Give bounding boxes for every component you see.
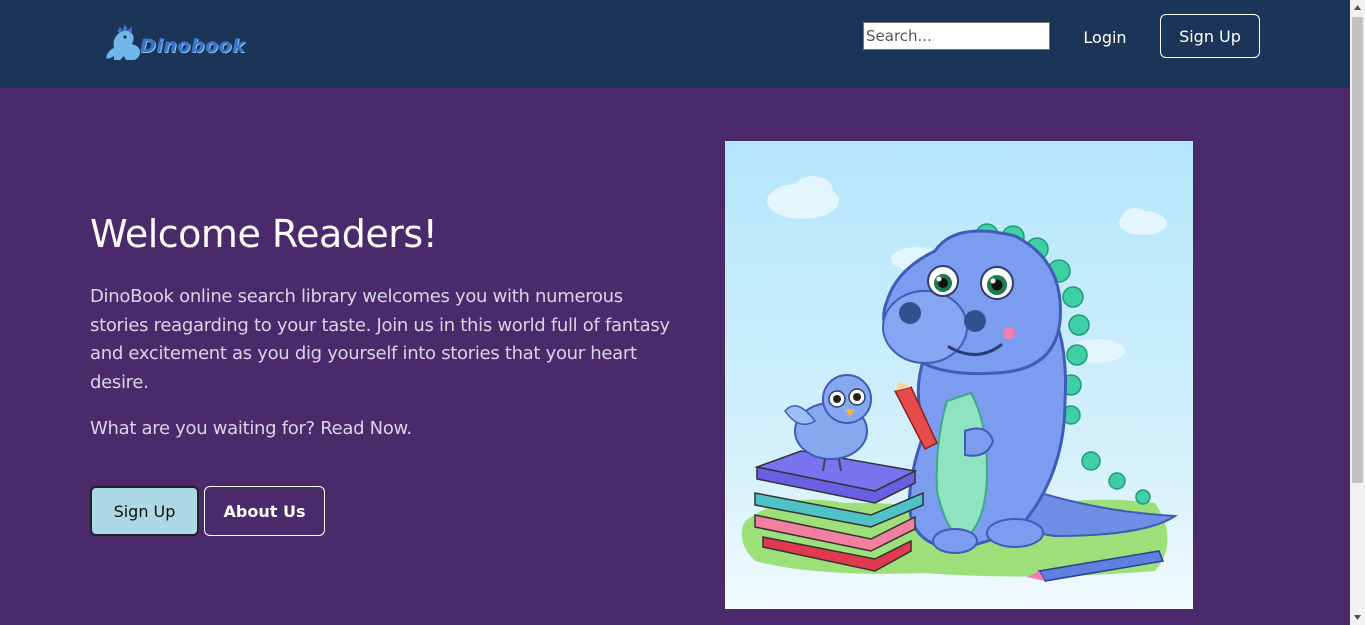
brand-logo[interactable]: Dinobook [100, 22, 280, 64]
scroll-up-arrow-icon[interactable] [1350, 0, 1365, 17]
dino-logo-icon [106, 24, 140, 60]
header-signup-button[interactable]: Sign Up [1160, 14, 1260, 58]
search-input[interactable] [863, 22, 1050, 50]
scroll-down-arrow-icon[interactable] [1350, 608, 1365, 625]
scrollbar-thumb[interactable] [1352, 17, 1363, 483]
hero-signup-button[interactable]: Sign Up [90, 486, 199, 536]
brand-name: Dinobook [140, 35, 246, 57]
navbar: Dinobook Login Sign Up [0, 0, 1350, 88]
dinosaur-reading-illustration [725, 141, 1193, 609]
about-us-button[interactable]: About Us [204, 486, 325, 536]
login-button[interactable]: Login [1072, 24, 1138, 50]
hero-title: Welcome Readers! [90, 212, 438, 256]
hero-cta-text: What are you waiting for? Read Now. [90, 418, 412, 439]
hero-description: DinoBook online search library welcomes … [90, 286, 670, 394]
